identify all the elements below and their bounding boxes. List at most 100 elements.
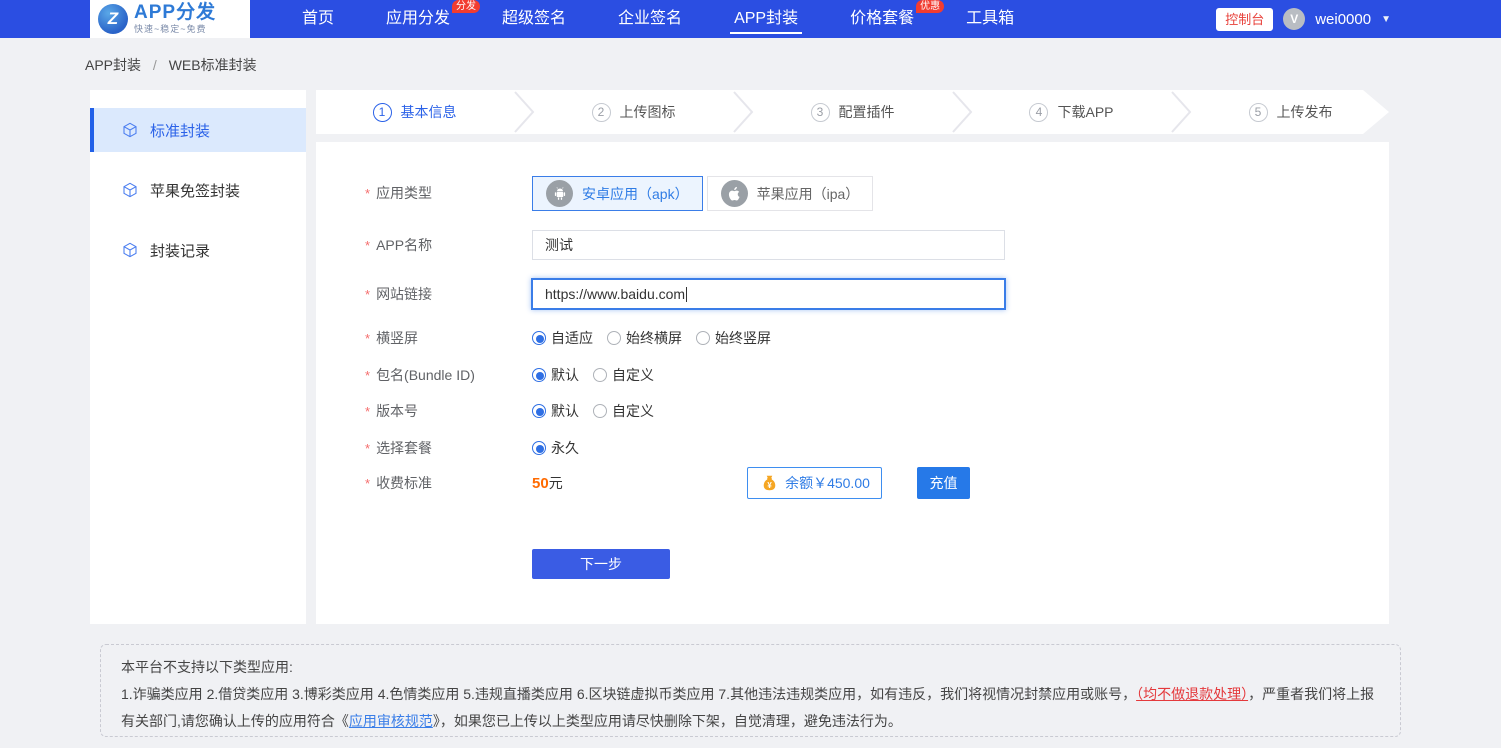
chevron-separator-icon xyxy=(513,90,535,134)
nav-right: 控制台 V wei0000 ▼ xyxy=(1216,0,1391,38)
radio-icon[interactable] xyxy=(607,331,621,345)
row-price: *收费标准 50元 ¥ 余额￥450.00 充值 xyxy=(365,473,1369,505)
step-label: 上传发布 xyxy=(1277,102,1333,122)
review-specification-link[interactable]: 应用审核规范 xyxy=(349,713,433,729)
footer-text: 》，如果您已上传以上类型应用请尽快删除下架，自觉清理，避免违法行为。 xyxy=(433,713,902,729)
version-custom-option[interactable]: 自定义 xyxy=(593,401,654,421)
nav-item-super-signature[interactable]: 超级签名 xyxy=(476,0,592,38)
row-bundle-id: *包名(Bundle ID) 默认 自定义 xyxy=(365,365,1369,385)
required-mark: * xyxy=(365,238,370,253)
chevron-separator-icon xyxy=(1170,90,1192,134)
field-label: *收费标准 xyxy=(365,473,432,494)
step-label: 配置插件 xyxy=(839,102,895,122)
nav-item-enterprise-signature[interactable]: 企业签名 xyxy=(592,0,708,38)
balance-box[interactable]: ¥ 余额￥450.00 xyxy=(747,467,882,499)
step-number: 2 xyxy=(592,103,611,122)
console-button[interactable]: 控制台 xyxy=(1216,8,1273,31)
step-label: 上传图标 xyxy=(620,102,676,122)
top-navbar: Z APP分发 快速~稳定~免费 首页 应用分发 分发 超级签名 企业签名 AP… xyxy=(0,0,1501,38)
app-type-android-label: 安卓应用（apk） xyxy=(582,184,689,204)
sidebar-item-packaging-records[interactable]: 封装记录 xyxy=(90,228,306,272)
username[interactable]: wei0000 xyxy=(1315,11,1371,28)
apple-icon xyxy=(721,180,748,207)
package-forever-option[interactable]: 永久 xyxy=(532,438,579,458)
logo-tagline: 快速~稳定~免费 xyxy=(134,22,216,35)
required-mark: * xyxy=(365,186,370,201)
breadcrumb-separator: / xyxy=(153,57,157,73)
radio-selected-icon[interactable] xyxy=(532,331,546,345)
nav-item-app-packaging[interactable]: APP封装 xyxy=(708,0,824,38)
step-label: 下载APP xyxy=(1057,102,1113,122)
required-mark: * xyxy=(365,368,370,383)
version-default-option[interactable]: 默认 xyxy=(532,401,579,421)
avatar[interactable]: V xyxy=(1283,8,1305,30)
field-label: *横竖屏 xyxy=(365,328,418,349)
nav-item-label: APP封装 xyxy=(734,10,798,27)
site-url-input[interactable]: https://www.baidu.com xyxy=(531,278,1006,310)
android-icon xyxy=(546,180,573,207)
step-download-app[interactable]: 4 下载APP xyxy=(973,90,1170,134)
field-label: *版本号 xyxy=(365,401,418,422)
svg-text:¥: ¥ xyxy=(767,481,772,490)
required-mark: * xyxy=(365,476,370,491)
logo-title: APP分发 xyxy=(134,3,216,22)
sidebar-item-apple-nosign-packaging[interactable]: 苹果免签封装 xyxy=(90,168,306,212)
orientation-landscape-option[interactable]: 始终横屏 xyxy=(607,328,682,348)
package-options: 永久 xyxy=(532,438,587,458)
cube-icon xyxy=(122,242,138,258)
app-type-ios-button[interactable]: 苹果应用（ipa） xyxy=(707,176,874,211)
step-upload-publish[interactable]: 5 上传发布 xyxy=(1192,90,1389,134)
bundle-default-option[interactable]: 默认 xyxy=(532,365,579,385)
field-label: *APP名称 xyxy=(365,230,432,261)
recharge-button[interactable]: 充值 xyxy=(917,467,970,499)
required-mark: * xyxy=(365,441,370,456)
app-name-input[interactable]: 测试 xyxy=(532,230,1005,260)
chevron-down-icon[interactable]: ▼ xyxy=(1381,14,1391,25)
app-type-android-button[interactable]: 安卓应用（apk） xyxy=(532,176,703,211)
field-label: *选择套餐 xyxy=(365,438,432,459)
steps-wizard: 1 基本信息 2 上传图标 3 配置插件 4 下载APP 5 上传发布 xyxy=(316,90,1389,134)
nav-item-pricing[interactable]: 价格套餐 优惠 xyxy=(824,0,940,38)
nav-item-home[interactable]: 首页 xyxy=(276,0,360,38)
logo-icon: Z xyxy=(98,4,128,34)
bundle-custom-option[interactable]: 自定义 xyxy=(593,365,654,385)
required-mark: * xyxy=(365,404,370,419)
field-label: *网站链接 xyxy=(365,278,432,311)
orientation-options: 自适应 始终横屏 始终竖屏 xyxy=(532,328,779,348)
radio-icon[interactable] xyxy=(593,404,607,418)
footer-disclaimer: 本平台不支持以下类型应用: 1.诈骗类应用 2.借贷类应用 3.博彩类应用 4.… xyxy=(100,644,1401,737)
breadcrumb-app-packaging[interactable]: APP封装 xyxy=(85,57,141,73)
nav-item-label: 应用分发 xyxy=(386,10,450,27)
balance-label: 余额￥450.00 xyxy=(785,473,870,493)
app-type-ios-label: 苹果应用（ipa） xyxy=(757,184,860,204)
row-app-name: *APP名称 测试 xyxy=(365,230,1369,260)
row-version: *版本号 默认 自定义 xyxy=(365,401,1369,421)
radio-icon[interactable] xyxy=(593,368,607,382)
step-basic-info[interactable]: 1 基本信息 xyxy=(316,90,513,134)
bundle-id-options: 默认 自定义 xyxy=(532,365,662,385)
chevron-separator-icon xyxy=(951,90,973,134)
required-mark: * xyxy=(365,287,370,302)
active-tab-underline xyxy=(730,32,802,34)
step-upload-icon[interactable]: 2 上传图标 xyxy=(535,90,732,134)
next-step-button[interactable]: 下一步 xyxy=(532,549,670,579)
logo[interactable]: Z APP分发 快速~稳定~免费 xyxy=(90,0,250,38)
radio-icon[interactable] xyxy=(696,331,710,345)
footer-paragraph: 1.诈骗类应用 2.借贷类应用 3.博彩类应用 4.色情类应用 5.违规直播类应… xyxy=(121,681,1380,735)
breadcrumb: APP封装 / WEB标准封装 xyxy=(85,55,257,75)
row-package: *选择套餐 永久 xyxy=(365,438,1369,458)
orientation-portrait-option[interactable]: 始终竖屏 xyxy=(696,328,771,348)
app-type-options: 安卓应用（apk） 苹果应用（ipa） xyxy=(532,176,873,211)
radio-selected-icon[interactable] xyxy=(532,368,546,382)
sidebar-item-standard-packaging[interactable]: 标准封装 xyxy=(90,108,306,152)
radio-selected-icon[interactable] xyxy=(532,404,546,418)
price-value: 50元 xyxy=(532,473,563,494)
step-configure-plugins[interactable]: 3 配置插件 xyxy=(754,90,951,134)
sidebar-item-label: 苹果免签封装 xyxy=(150,180,240,201)
nav-item-toolbox[interactable]: 工具箱 xyxy=(940,0,1040,38)
radio-selected-icon[interactable] xyxy=(532,441,546,455)
price-amount: 50 xyxy=(532,475,549,492)
nav-item-app-distribution[interactable]: 应用分发 分发 xyxy=(360,0,476,38)
app-name-value: 测试 xyxy=(545,237,573,253)
orientation-auto-option[interactable]: 自适应 xyxy=(532,328,593,348)
